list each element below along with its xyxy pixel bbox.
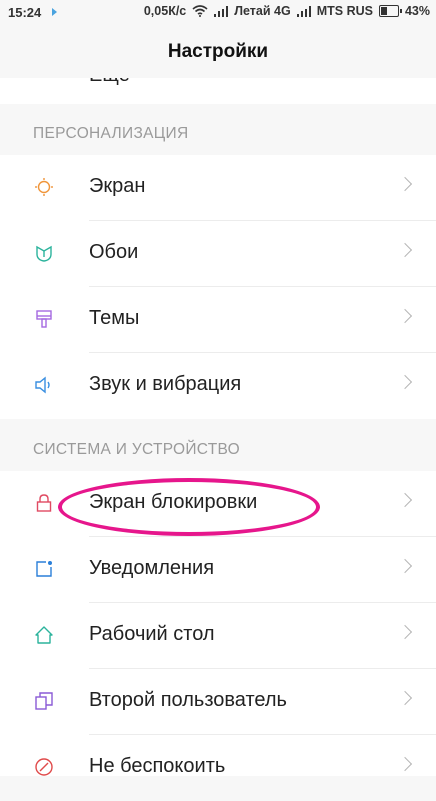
section-system: Экран блокировки Уведомления Рабочий сто… (0, 471, 436, 777)
section-header-personalization: ПЕРСОНАЛИЗАЦИЯ (33, 125, 189, 142)
chevron-right-icon (397, 558, 413, 574)
second-user-icon (35, 692, 53, 710)
wifi-icon (192, 5, 208, 17)
settings-item-label: Экран блокировки (89, 491, 258, 513)
settings-item-label: Экран (89, 175, 146, 197)
settings-item-label: Не беспокоить (89, 755, 226, 777)
lock-icon (36, 494, 52, 512)
section-header-system: СИСТЕМА И УСТРОЙСТВО (33, 441, 241, 458)
status-indicators: 0,05К/с Летай 4G MTS RUS 43% (144, 4, 430, 18)
settings-item-display[interactable]: Экран (0, 155, 436, 221)
settings-item-themes[interactable]: Темы (0, 287, 436, 353)
settings-item-home-screen[interactable]: Рабочий стол (0, 603, 436, 669)
settings-item-wallpaper[interactable]: Обои (0, 221, 436, 287)
do-not-disturb-icon (35, 758, 53, 776)
signal-icon (296, 5, 311, 17)
chevron-right-icon (397, 492, 413, 508)
chevron-right-icon (397, 690, 413, 706)
settings-item-lock-screen[interactable]: Экран блокировки (0, 471, 436, 537)
status-time: 15:24 (8, 5, 42, 20)
settings-item-sound[interactable]: Звук и вибрация (0, 353, 436, 419)
chevron-right-icon (397, 176, 413, 192)
settings-item-label: Второй пользователь (89, 689, 287, 711)
settings-item-label: Рабочий стол (89, 623, 215, 645)
chevron-right-icon (397, 308, 413, 324)
page-title: Настройки (0, 26, 436, 78)
settings-item-label: Уведомления (89, 557, 215, 579)
settings-item-label: Темы (89, 307, 140, 329)
settings-item-notifications[interactable]: Уведомления (0, 537, 436, 603)
settings-item-second-user[interactable]: Второй пользователь (0, 669, 436, 735)
chevron-right-icon (397, 242, 413, 258)
section-personalization: Экран Обои Темы Звук и вибрация (0, 155, 436, 419)
display-icon (35, 178, 53, 196)
battery-level: 43% (404, 4, 430, 18)
theme-icon (36, 310, 52, 328)
chevron-right-icon (397, 756, 413, 772)
sound-icon (35, 376, 50, 394)
battery-icon (378, 5, 402, 17)
notification-icon (36, 561, 52, 577)
media-play-icon (52, 8, 57, 16)
home-icon (35, 626, 53, 644)
status-bar: 15:24 0,05К/с Летай 4G MTS RUS 43% (0, 0, 436, 26)
chevron-right-icon (397, 624, 413, 640)
chevron-right-icon (397, 374, 413, 390)
network-speed: 0,05К/с (143, 4, 187, 18)
carrier-2: MTS RUS (316, 4, 373, 18)
settings-item-label: Звук и вибрация (89, 373, 242, 395)
settings-item-do-not-disturb[interactable]: Не беспокоить (0, 735, 436, 801)
settings-item-label: Обои (89, 241, 139, 263)
wallpaper-icon (36, 245, 52, 262)
signal-icon (214, 5, 229, 17)
carrier-1: Летай 4G (234, 4, 291, 18)
